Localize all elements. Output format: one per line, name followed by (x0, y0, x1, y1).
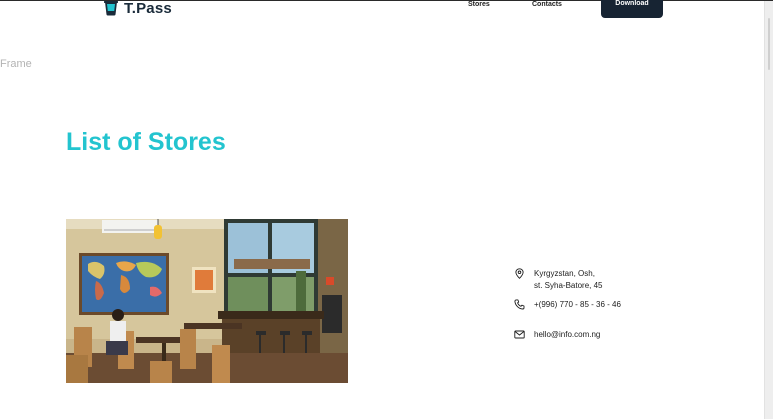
phone-icon (514, 299, 525, 310)
address-line-1: Kyrgyzstan, Osh, (534, 269, 595, 278)
cup-logo-icon (104, 1, 118, 16)
brand-name: T.Pass (124, 0, 172, 17)
address-text: Kyrgyzstan, Osh, st. Syha-Batore, 45 (534, 268, 602, 292)
frame-label: Frame (0, 58, 32, 70)
download-button[interactable]: Download (601, 0, 663, 18)
location-pin-icon (515, 268, 524, 279)
brand-logo[interactable]: T.Pass (104, 0, 172, 17)
store-phone[interactable]: +(996) 770 - 85 - 36 - 46 (514, 299, 621, 311)
store-photo (66, 219, 348, 383)
store-address: Kyrgyzstan, Osh, st. Syha-Batore, 45 (514, 268, 602, 292)
nav-contacts-link[interactable]: Contacts (532, 0, 562, 9)
phone-text[interactable]: +(996) 770 - 85 - 36 - 46 (534, 299, 621, 311)
email-text[interactable]: hello@info.com.ng (534, 329, 600, 341)
mail-icon (514, 330, 525, 339)
page-title: List of Stores (66, 128, 226, 156)
address-line-2: st. Syha-Batore, 45 (534, 281, 603, 290)
store-email[interactable]: hello@info.com.ng (514, 329, 600, 341)
nav-stores-link[interactable]: Stores (468, 0, 490, 9)
scrollbar-thumb[interactable] (768, 18, 770, 70)
